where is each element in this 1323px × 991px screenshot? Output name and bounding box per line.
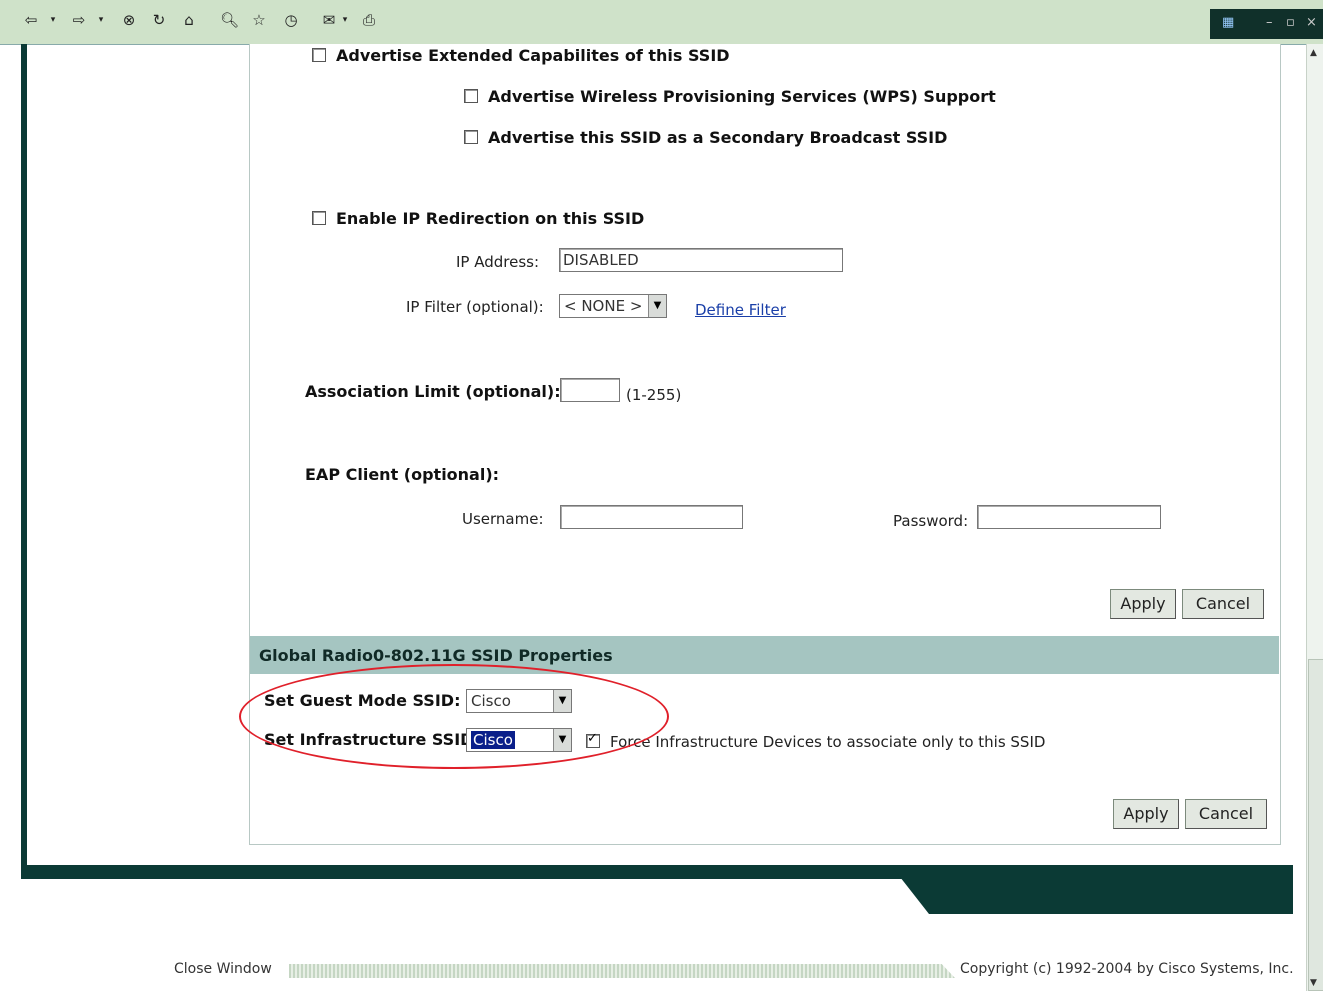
vertical-scrollbar[interactable]: ▲ ▼ [1306,44,1323,991]
forward-dropdown-icon[interactable]: ▾ [96,11,106,29]
username-field[interactable] [560,505,743,529]
mail-dropdown-icon[interactable]: ▾ [340,11,350,29]
ip-filter-label: IP Filter (optional): [406,298,544,316]
apply-button[interactable]: Apply [1110,589,1176,619]
enable-ip-redirection-label: Enable IP Redirection on this SSID [336,209,645,228]
favorites-icon[interactable]: ☆ [250,11,268,29]
cancel-button[interactable]: Cancel [1185,799,1267,829]
minimize-icon[interactable]: – [1266,15,1273,30]
ip-address-label: IP Address: [456,253,540,271]
browser-toolbar: ⇦ ▾ ⇨ ▾ ⊗ ↻ ⌂ 🔍︎ ☆ ◷ ✉ ▾ ⎙ ▦ – ▫ × [0,0,1323,45]
chevron-down-icon[interactable]: ▼ [648,295,666,317]
cancel-button[interactable]: Cancel [1182,589,1264,619]
association-limit-label: Association Limit (optional): [305,382,561,401]
footer-stripe [289,964,955,978]
advertise-secondary-checkbox[interactable] [464,130,478,144]
close-window-link[interactable]: Close Window [174,961,272,977]
close-icon[interactable]: × [1306,15,1317,30]
window-controls: ▦ – ▫ × [1210,9,1323,39]
copyright-text: Copyright (c) 1992-2004 by Cisco Systems… [960,961,1294,977]
association-limit-range: (1-255) [626,386,682,404]
enable-ip-redirection-checkbox[interactable] [312,211,326,225]
back-icon[interactable]: ⇦ [22,11,40,29]
apply-button[interactable]: Apply [1113,799,1179,829]
print-icon[interactable]: ⎙ [360,11,378,29]
advertise-extended-label: Advertise Extended Capabilites of this S… [336,46,730,65]
highlight-ellipse [239,664,669,769]
mail-icon[interactable]: ✉ [320,11,338,29]
ip-address-field[interactable]: DISABLED [559,248,843,272]
advertise-wps-checkbox[interactable] [464,89,478,103]
forward-icon[interactable]: ⇨ [70,11,88,29]
frame-bottom-wedge [893,868,1293,914]
username-label: Username: [462,510,544,528]
back-dropdown-icon[interactable]: ▾ [48,11,58,29]
password-label: Password: [893,512,969,530]
stop-icon[interactable]: ⊗ [120,11,138,29]
advertise-wps-label: Advertise Wireless Provisioning Services… [488,87,996,106]
eap-client-heading: EAP Client (optional): [305,465,500,484]
restore-icon[interactable]: ▫ [1286,15,1295,30]
search-icon[interactable]: 🔍︎ [220,11,239,29]
association-limit-field[interactable] [560,378,620,402]
advertise-secondary-label: Advertise this SSID as a Secondary Broad… [488,128,948,147]
password-field[interactable] [977,505,1161,529]
ip-filter-select[interactable]: < NONE > ▼ [559,294,667,318]
scroll-up-icon[interactable]: ▲ [1310,48,1317,58]
scroll-down-icon[interactable]: ▼ [1310,978,1317,988]
history-icon[interactable]: ◷ [282,11,300,29]
force-infrastructure-label: Force Infrastructure Devices to associat… [610,733,1046,751]
frame-left-bar [21,44,27,870]
windows-logo-icon: ▦ [1222,15,1235,30]
define-filter-link[interactable]: Define Filter [695,301,786,319]
advertise-extended-checkbox[interactable] [312,48,326,62]
refresh-icon[interactable]: ↻ [150,11,168,29]
scrollbar-thumb[interactable] [1308,659,1323,991]
ip-filter-value: < NONE > [564,297,643,315]
home-icon[interactable]: ⌂ [180,11,198,29]
section-title: Global Radio0-802.11G SSID Properties [259,646,613,665]
